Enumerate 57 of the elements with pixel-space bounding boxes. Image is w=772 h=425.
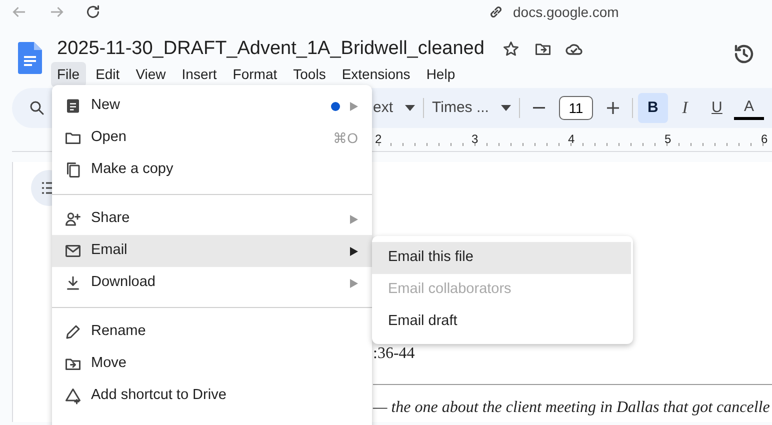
drive-add-icon <box>64 387 82 405</box>
menu-item[interactable]: Move <box>52 348 372 380</box>
plus-icon <box>606 102 619 114</box>
ruler-number: 3 <box>472 131 478 148</box>
menu-item[interactable]: Rename <box>52 316 372 348</box>
pencil-icon <box>64 323 82 341</box>
style-dropdown[interactable]: ext <box>370 93 418 123</box>
menu-tab[interactable]: Format <box>226 62 284 87</box>
menu-item[interactable]: Email <box>52 235 372 267</box>
ruler-number: 5 <box>664 131 672 148</box>
menu-item[interactable]: Make a copy <box>52 154 372 186</box>
document-text: — the one about the client meeting in Dallas that got cancelle <box>373 398 770 418</box>
star-icon[interactable] <box>502 40 520 58</box>
search-icon[interactable] <box>28 99 46 117</box>
submenu-item[interactable]: Email draft <box>372 306 631 338</box>
font-size-field[interactable]: 11 <box>558 96 593 120</box>
url-text[interactable]: docs.google.com <box>513 2 619 22</box>
menu-item[interactable]: Share <box>52 203 372 235</box>
download-icon <box>64 274 82 292</box>
menu-tab[interactable]: Edit <box>90 62 126 87</box>
menu-tab[interactable]: Help <box>420 62 462 87</box>
document-icon <box>64 97 82 115</box>
menu-tab[interactable]: Insert <box>176 62 223 87</box>
menu-item[interactable]: New <box>52 90 372 122</box>
mail-icon <box>64 242 82 260</box>
person-add-icon <box>64 210 82 228</box>
document-text: :36-44 <box>373 344 415 364</box>
new-dot <box>331 102 340 110</box>
submenu-item[interactable]: Email this file <box>372 242 631 274</box>
shortcut-text: ⌘O <box>333 128 358 148</box>
text-color-button[interactable]: A <box>734 96 764 120</box>
menu-item[interactable]: Add shortcut to Drive <box>52 380 372 412</box>
ruler-number: 6 <box>761 131 768 148</box>
submenu-arrow-icon <box>350 246 358 256</box>
ruler-number: 4 <box>568 131 575 148</box>
menu-tab[interactable]: File <box>51 62 86 87</box>
font-dropdown[interactable]: Times ... <box>429 93 514 123</box>
history-icon[interactable] <box>732 42 756 66</box>
menu-tab[interactable]: Tools <box>287 62 332 87</box>
menu-item[interactable]: Open ⌘O <box>52 122 372 154</box>
menu-tab[interactable]: Extensions <box>336 62 416 87</box>
ruler-number: 2 <box>375 131 382 148</box>
underline-button[interactable]: U <box>702 93 732 123</box>
bold-button[interactable]: B <box>638 93 668 123</box>
caret-icon <box>405 105 416 111</box>
submenu-arrow-icon <box>350 278 358 288</box>
copy-icon <box>64 161 82 179</box>
menu-tab[interactable]: View <box>130 62 172 87</box>
minus-icon <box>532 106 545 109</box>
submenu-arrow-icon <box>350 102 358 110</box>
document-title[interactable]: 2025-11-30_DRAFT_Advent_1A_Bridwell_cleaned <box>57 38 484 60</box>
menu-item[interactable]: Download <box>52 267 372 299</box>
submenu-arrow-icon <box>350 214 358 224</box>
reload-icon[interactable] <box>84 3 102 21</box>
docs-logo-icon[interactable] <box>18 42 42 74</box>
italic-button[interactable]: I <box>670 93 700 123</box>
caret-icon <box>500 105 511 111</box>
